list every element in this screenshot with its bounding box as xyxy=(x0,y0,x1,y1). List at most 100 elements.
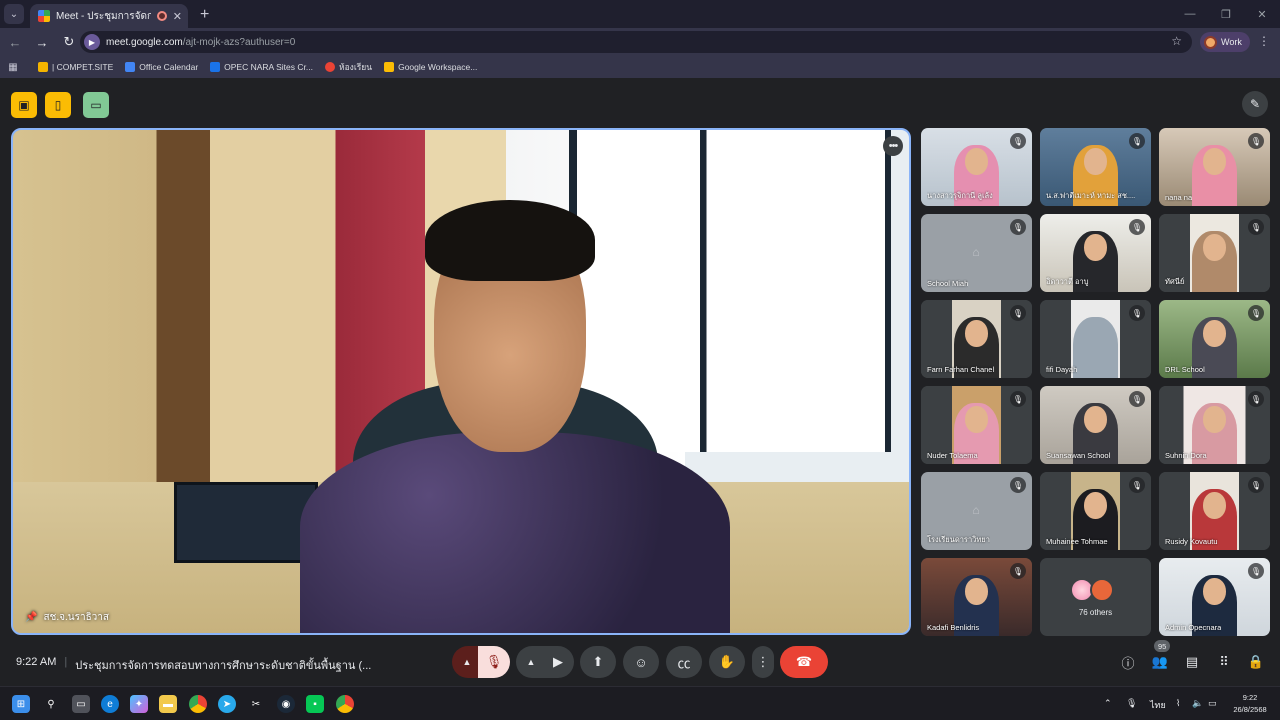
chrome-profile-icon[interactable] xyxy=(336,695,354,713)
meeting-time: 9:22 AM xyxy=(16,656,57,668)
participant-video xyxy=(1084,492,1107,519)
microphone-tray-icon[interactable]: 🎙 xyxy=(1126,698,1137,709)
activities-door-icon[interactable]: ▯ xyxy=(45,92,71,118)
bookmark-4[interactable]: Google Workspace... xyxy=(384,62,477,72)
participant-tile[interactable]: 🎙 nana na xyxy=(1159,128,1270,206)
participant-video xyxy=(1203,234,1226,261)
apps-grid-icon[interactable]: ▦ xyxy=(0,62,26,73)
end-call-icon: ☎ xyxy=(795,654,813,669)
pin-icon[interactable]: 📌 xyxy=(25,612,37,623)
steam-icon[interactable]: ◉ xyxy=(277,695,295,713)
close-tab-icon[interactable]: ✕ xyxy=(173,10,182,23)
bookmark-star-icon[interactable]: ☆ xyxy=(1171,34,1182,48)
mic-off-icon: 🎙 xyxy=(1248,391,1264,407)
volume-icon[interactable]: 🔈 xyxy=(1192,698,1203,709)
participant-tile[interactable]: 🎙 DRL School xyxy=(1159,300,1270,378)
captions-button[interactable]: ㏄ xyxy=(666,646,702,678)
chrome-icon[interactable] xyxy=(189,695,207,713)
participant-tile[interactable]: ⌂ 🎙 School Miah xyxy=(921,214,1032,292)
tray-expand-icon[interactable]: ⌃ xyxy=(1104,698,1112,709)
browser-toolbar: ← → ↻ ▶ meet.google.com/ajt-mojk-azs?aut… xyxy=(0,28,1280,56)
activities-devices-icon[interactable]: ▭ xyxy=(83,92,109,118)
wifi-icon[interactable]: ⌇ xyxy=(1176,698,1180,709)
mic-off-icon: 🎙 xyxy=(485,654,503,669)
bookmark-0[interactable]: | COMPET.SITE xyxy=(38,62,113,72)
reactions-button[interactable]: ☺ xyxy=(623,646,659,678)
participant-count-badge: 95 xyxy=(1154,640,1171,652)
leave-call-button[interactable]: ☎ xyxy=(780,646,828,678)
participant-tile[interactable]: 🎙 อิดาวาตี อาบู xyxy=(1040,214,1151,292)
main-speaker-tile[interactable]: ••• 📌 สช.จ.นราธิวาส xyxy=(11,128,911,635)
participant-tile[interactable]: 🎙 Suhnin Dora xyxy=(1159,386,1270,464)
browser-menu-icon[interactable]: ⋮ xyxy=(1258,34,1270,48)
site-info-icon[interactable]: ▶ xyxy=(84,34,100,50)
activities-grid-icon[interactable]: ⠿ xyxy=(1214,652,1234,672)
others-tile[interactable]: 76 others xyxy=(1040,558,1151,636)
meeting-details-icon[interactable]: ⓘ xyxy=(1118,652,1138,672)
participant-video xyxy=(965,406,988,433)
battery-icon[interactable]: ▭ xyxy=(1208,698,1217,709)
activities-video-off-icon[interactable]: ▣ xyxy=(11,92,37,118)
participant-tile[interactable]: 🎙 Suansawan School xyxy=(1040,386,1151,464)
bookmark-label: Google Workspace... xyxy=(398,62,478,72)
telegram-icon[interactable]: ➤ xyxy=(218,695,236,713)
participant-tile[interactable]: 🎙 Kadafi Benlidris xyxy=(921,558,1032,636)
forward-icon[interactable]: → xyxy=(30,35,54,50)
others-avatars xyxy=(1070,578,1114,602)
tab-meet[interactable]: Meet - ประชุมการจัดการทดสอ… ✕ xyxy=(30,4,188,28)
file-explorer-icon[interactable]: ▬ xyxy=(159,695,177,713)
mic-off-icon: 🎙 xyxy=(1129,391,1145,407)
more-options-button[interactable]: ⋮ xyxy=(752,646,774,678)
bookmark-2[interactable]: OPEC NARA Sites Cr... xyxy=(210,62,313,72)
edit-pencil-icon[interactable]: ✎ xyxy=(1242,91,1268,117)
hand-icon: ✋ xyxy=(718,654,736,669)
participant-tile[interactable]: ⌂ 🎙 โรงเรียนดาราวิทยา xyxy=(921,472,1032,550)
participant-tile[interactable]: 🎙 Rusidy Kovautu xyxy=(1159,472,1270,550)
bookmark-3[interactable]: ห้องเรียน xyxy=(324,60,372,74)
line-app-icon[interactable]: ▪ xyxy=(306,695,324,713)
participant-tile[interactable]: 🎙 Nuder Tolaema xyxy=(921,386,1032,464)
profile-button[interactable]: Work xyxy=(1200,32,1250,52)
input-language[interactable]: ไทย xyxy=(1150,698,1166,712)
chat-icon[interactable]: ▤ xyxy=(1182,652,1202,672)
edge-browser-icon[interactable]: e xyxy=(101,695,119,713)
participant-tile[interactable]: 🎙 ทัศนีย์ xyxy=(1159,214,1270,292)
people-icon[interactable]: 👥 xyxy=(1150,652,1170,672)
participant-tile[interactable]: 🎙 Admin Opecnara xyxy=(1159,558,1270,636)
raise-hand-button[interactable]: ✋ xyxy=(709,646,745,678)
tab-title: Meet - ประชุมการจัดการทดสอ… xyxy=(56,10,151,22)
bookmarks-bar: ▦ | COMPET.SITE Office Calendar OPEC NAR… xyxy=(0,56,1280,78)
bookmark-1[interactable]: Office Calendar xyxy=(125,62,198,72)
present-screen-button[interactable]: ⬆ xyxy=(580,646,616,678)
tab-search-icon[interactable]: ⌄ xyxy=(4,4,24,24)
new-tab-icon[interactable]: + xyxy=(200,6,209,24)
address-bar[interactable]: ▶ meet.google.com/ajt-mojk-azs?authuser=… xyxy=(80,31,1192,53)
participant-video xyxy=(1203,148,1226,175)
participant-name: Kadafi Benlidris xyxy=(927,623,980,632)
present-screen-icon: ⬆ xyxy=(592,654,604,669)
more-options-icon[interactable]: ••• xyxy=(883,136,903,156)
windows-start-icon[interactable]: ⊞ xyxy=(12,695,30,713)
copilot-icon[interactable]: ✦ xyxy=(130,695,148,713)
mic-off-icon: 🎙 xyxy=(1129,219,1145,235)
capcut-icon[interactable]: ✂ xyxy=(247,695,265,713)
host-controls-icon[interactable]: 🔒 xyxy=(1246,652,1266,672)
browser-tab-bar: ⌄ Meet - ประชุมการจัดการทดสอ… ✕ + — ❐ ✕ xyxy=(0,0,1280,28)
participant-tile[interactable]: 🎙 fifi Dayah xyxy=(1040,300,1151,378)
task-view-icon[interactable]: ▭ xyxy=(72,695,90,713)
restore-icon[interactable]: ❐ xyxy=(1208,0,1244,28)
back-icon[interactable]: ← xyxy=(3,35,27,50)
close-window-icon[interactable]: ✕ xyxy=(1244,0,1280,28)
camera-toggle-button[interactable]: ▶ xyxy=(542,646,574,678)
window-controls: — ❐ ✕ xyxy=(1172,0,1280,28)
mic-off-icon: 🎙 xyxy=(1248,563,1264,579)
search-icon[interactable]: ⚲ xyxy=(42,695,60,713)
mic-toggle-button[interactable]: 🎙 xyxy=(478,646,510,678)
participant-tile[interactable]: 🎙 น.ส.ฟาตีเมาะห์ หามะ สช.... xyxy=(1040,128,1151,206)
system-clock[interactable]: 9:22 26/8/2568 xyxy=(1226,692,1274,716)
minimize-icon[interactable]: — xyxy=(1172,0,1208,28)
participant-tile[interactable]: 🎙 Farn Farhan Chanel xyxy=(921,300,1032,378)
participant-tile[interactable]: 🎙 Muhainee Tohmae xyxy=(1040,472,1151,550)
participant-tile[interactable]: 🎙 นางสาวรุจิกานี ลูเล้ง xyxy=(921,128,1032,206)
reload-icon[interactable]: ↻ xyxy=(57,34,81,50)
